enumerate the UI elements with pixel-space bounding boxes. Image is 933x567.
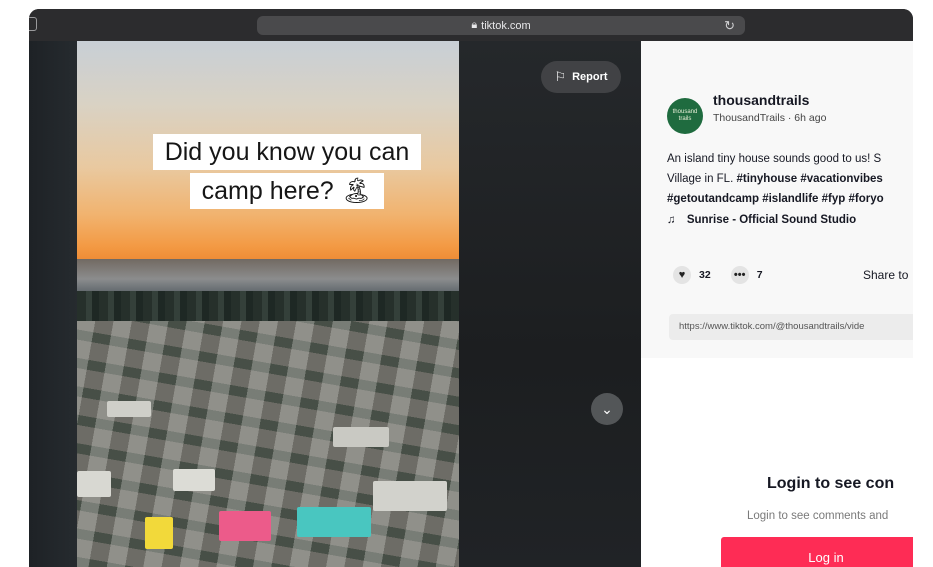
report-button[interactable]: ⚐ Report [541,61,621,93]
video-player[interactable]: Did you know you can camp here? 🏝 [77,41,459,567]
post-panel: thousand trails thousandtrails ThousandT… [641,41,913,567]
video-caption: Did you know you can camp here? 🏝 [113,133,459,211]
tiny-house [297,507,371,537]
lock-icon: 🔒︎ [471,19,478,31]
avatar[interactable]: thousand trails [667,98,703,134]
next-video-button[interactable]: ⌄ [591,393,623,425]
address-bar[interactable]: 🔒︎ tiktok.com ↻ [257,16,745,35]
like-count: 32 [699,269,711,281]
url-text: tiktok.com [481,19,531,32]
caption-line-2: camp here? 🏝 [189,173,385,209]
hashtags-1[interactable]: #tinyhouse #vacationvibes [736,173,882,185]
share-label: Share to [863,268,909,282]
caption-line-1: Did you know you can [152,134,422,170]
tiny-house [145,517,173,549]
username[interactable]: thousandtrails [713,92,809,108]
tiny-house [219,511,271,541]
login-button[interactable]: Log in [721,537,913,567]
sidebar-icon[interactable] [29,17,37,31]
comment-icon[interactable]: ••• [730,266,749,284]
music-note-icon: ♫ [667,214,676,226]
treeline [77,291,459,321]
music-link[interactable]: ♫ Sunrise - Official Sound Studio [667,214,856,226]
browser-window: 🔒︎ tiktok.com ↻ Did you know you can cam… [29,9,913,567]
browser-toolbar: 🔒︎ tiktok.com ↻ [29,9,913,41]
description-line-2: Village in FL. [667,173,737,185]
avatar-text: thousand trails [672,109,698,122]
rv [173,469,215,491]
copy-link-field[interactable]: https://www.tiktok.com/@thousandtrails/v… [669,314,913,340]
report-label: Report [572,71,608,83]
description-line-1: An island tiny house sounds good to us! … [667,153,882,165]
post-description: An island tiny house sounds good to us! … [667,149,913,209]
heart-icon[interactable]: ♥ [673,266,691,284]
rv [373,481,447,511]
login-title: Login to see con [767,475,895,492]
video-backdrop [459,41,641,567]
chevron-down-icon: ⌄ [601,400,613,417]
engagement-stats: ♥ 32 ••• 7 [673,266,783,284]
hashtags-2[interactable]: #getoutandcamp #islandlife #fyp #foryo [667,193,884,205]
flag-icon: ⚐ [554,69,567,84]
campground [77,321,459,567]
post-info: thousand trails thousandtrails ThousandT… [641,41,913,358]
reload-icon[interactable]: ↻ [724,18,735,34]
rv [107,401,151,417]
rv [333,427,389,447]
rv [77,471,111,497]
video-stage: Did you know you can camp here? 🏝 ⚐ Repo… [29,41,641,567]
post-meta: ThousandTrails · 6h ago [713,112,827,124]
comment-count: 7 [756,269,763,281]
music-title: Sunrise - Official Sound Studio [686,214,857,226]
login-subtitle: Login to see comments and [747,510,889,522]
